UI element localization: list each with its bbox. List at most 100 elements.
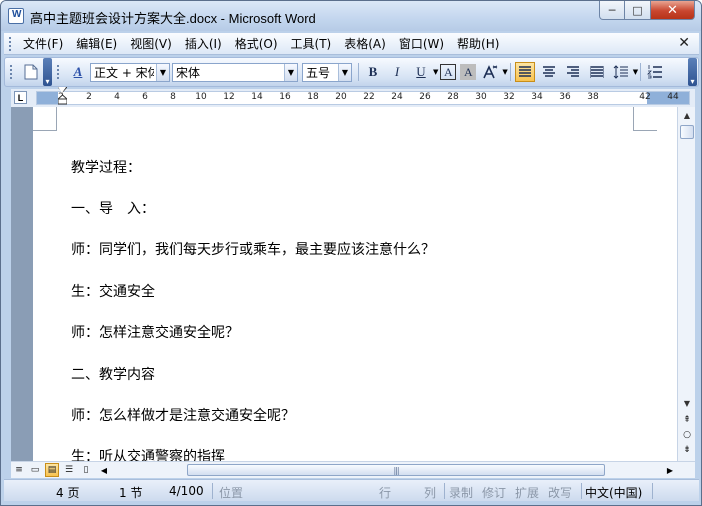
chevron-down-icon[interactable]: ▼ [338, 63, 351, 81]
numbering-icon[interactable] [645, 62, 665, 82]
character-border-button[interactable]: A [440, 64, 457, 80]
paragraph[interactable]: 生：听从交通警察的指挥 [71, 446, 225, 461]
italic-button[interactable]: I [387, 62, 407, 82]
status-extend[interactable]: 扩展 [515, 484, 539, 501]
web-layout-view-icon[interactable]: ▭ [28, 463, 42, 477]
status-revise[interactable]: 修订 [482, 484, 506, 501]
scroll-up-icon[interactable]: ▲ [679, 107, 695, 123]
styles-and-formatting-icon[interactable]: A [68, 62, 88, 82]
font-size-dropdown[interactable]: 五号 ▼ [302, 62, 352, 82]
vertical-scroll-thumb[interactable] [680, 125, 694, 139]
paragraph[interactable]: 师：同学们，我们每天步行或乘车，最主要应该注意什么？ [71, 239, 435, 259]
ruler-number: 20 [335, 92, 347, 102]
bold-button[interactable]: B [363, 62, 383, 82]
close-button[interactable]: ✕ [651, 1, 695, 20]
status-section[interactable]: 1 节 [119, 484, 142, 501]
new-document-icon[interactable] [21, 62, 41, 82]
paragraph[interactable]: 师：怎么样做才是注意交通安全呢？ [71, 405, 295, 425]
print-layout-view-icon[interactable]: ▤ [45, 463, 59, 477]
menu-help[interactable]: 帮助(H) [452, 35, 507, 52]
left-indent-marker[interactable] [56, 86, 69, 105]
ruler-number: 10 [195, 92, 207, 102]
status-record[interactable]: 录制 [449, 484, 473, 501]
status-column[interactable]: 列 [424, 484, 436, 501]
paragraph[interactable]: 教学过程： [71, 157, 141, 177]
status-divider [652, 483, 653, 499]
style-dropdown-value: 正文 + 宋体 [94, 65, 154, 80]
align-justify-icon[interactable] [514, 62, 535, 82]
tab-selector[interactable]: L [14, 91, 27, 104]
minimize-button[interactable]: ─ [599, 1, 625, 20]
ruler-number: 8 [170, 92, 176, 102]
word-window: 高中主题班会设计方案大全.docx - Microsoft Word ─ □ ✕… [0, 0, 702, 506]
underline-button[interactable]: U [411, 62, 431, 82]
align-center-icon[interactable] [539, 62, 559, 82]
status-language[interactable]: 中文(中国) [585, 484, 642, 501]
line-spacing-dropdown-icon[interactable]: ▼ [633, 68, 638, 76]
menu-tools[interactable]: 工具(T) [286, 35, 340, 52]
distributed-align-icon[interactable] [587, 62, 607, 82]
style-dropdown[interactable]: 正文 + 宋体 ▼ [90, 62, 170, 82]
status-bar: 4 页 1 节 4/100 位置 行 列 录制 修订 扩展 改写 中文(中国) [4, 479, 699, 501]
chevron-down-icon[interactable]: ▼ [156, 63, 169, 81]
status-page-count[interactable]: 4/100 [169, 484, 204, 498]
menu-table[interactable]: 表格(A) [339, 35, 394, 52]
next-page-icon[interactable]: ⇟ [679, 443, 695, 457]
word-app-icon[interactable] [8, 8, 24, 24]
status-overtype[interactable]: 改写 [548, 484, 572, 501]
character-shading-button[interactable]: A [460, 64, 477, 80]
ruler-number: 32 [503, 92, 515, 102]
horizontal-scroll-thumb[interactable]: ||| [187, 464, 605, 476]
menu-window[interactable]: 窗口(W) [394, 35, 452, 52]
formatting-toolbar: ▾ A 正文 + 宋体 ▼ 宋体 ▼ 五号 ▼ B I U ▼ A A ▼ ▼ … [4, 57, 699, 87]
document-page[interactable]: 教学过程： 一、导 入： 师：同学们，我们每天步行或乘车，最主要应该注意什么？ … [33, 107, 677, 461]
reading-layout-view-icon[interactable]: ▯ [79, 463, 93, 477]
line-spacing-icon[interactable] [611, 62, 631, 82]
scroll-right-icon[interactable]: ▶ [663, 463, 677, 477]
toolbar-grip-2[interactable] [57, 65, 60, 79]
menubar-grip[interactable] [9, 36, 12, 51]
status-divider [444, 483, 445, 499]
toolbar-grip[interactable] [10, 65, 13, 79]
menu-edit[interactable]: 编辑(E) [71, 35, 125, 52]
chevron-down-icon[interactable]: ▼ [284, 63, 297, 81]
toolbar-overflow-chevron[interactable]: ▾ [43, 58, 52, 86]
font-dropdown[interactable]: 宋体 ▼ [172, 62, 298, 82]
character-scaling-icon[interactable] [480, 62, 500, 82]
right-indent-marker[interactable] [619, 93, 629, 100]
ruler-number: 12 [223, 92, 235, 102]
paragraph[interactable]: 二、教学内容 [71, 364, 155, 384]
maximize-button[interactable]: □ [625, 1, 651, 20]
ruler-number: 4 [114, 92, 120, 102]
scroll-left-icon[interactable]: ◀ [97, 463, 111, 477]
align-right-icon[interactable] [563, 62, 583, 82]
ruler-number: 18 [307, 92, 319, 102]
status-line[interactable]: 行 [379, 484, 391, 501]
menu-file[interactable]: 文件(F) [18, 35, 71, 52]
paragraph[interactable]: 一、导 入： [71, 198, 155, 218]
menu-view[interactable]: 视图(V) [125, 35, 180, 52]
ruler-number: 2 [86, 92, 92, 102]
normal-view-icon[interactable]: ≡ [12, 463, 26, 477]
outline-view-icon[interactable]: ☰ [62, 463, 76, 477]
window-controls: ─ □ ✕ [599, 1, 695, 20]
previous-page-icon[interactable]: ⇞ [679, 413, 695, 427]
underline-dropdown-icon[interactable]: ▼ [433, 68, 438, 76]
status-page[interactable]: 4 页 [56, 484, 79, 501]
status-position[interactable]: 位置 [219, 484, 243, 501]
vertical-scrollbar[interactable]: ▲ ▼ ⇞ ○ ⇟ [677, 107, 695, 461]
title-bar[interactable]: 高中主题班会设计方案大全.docx - Microsoft Word ─ □ ✕ [1, 1, 701, 31]
menu-insert[interactable]: 插入(I) [180, 35, 230, 52]
menu-format[interactable]: 格式(O) [230, 35, 286, 52]
scaling-dropdown-icon[interactable]: ▼ [502, 68, 507, 76]
horizontal-ruler[interactable]: 224681012141618202224262830323436384244 [36, 91, 690, 105]
close-document-button[interactable]: ✕ [678, 35, 690, 51]
scroll-down-icon[interactable]: ▼ [679, 395, 695, 411]
paragraph[interactable]: 生：交通安全 [71, 281, 155, 301]
paragraph[interactable]: 师：怎样注意交通安全呢？ [71, 322, 239, 342]
toolbar-overflow-chevron-right[interactable]: ▾ [688, 58, 697, 86]
horizontal-scrollbar-row: ≡ ▭ ▤ ☰ ▯ ◀ ||| ▶ [11, 461, 695, 478]
crop-mark-right [633, 107, 657, 131]
select-browse-object-icon[interactable]: ○ [679, 428, 695, 442]
ruler-number: 30 [475, 92, 487, 102]
